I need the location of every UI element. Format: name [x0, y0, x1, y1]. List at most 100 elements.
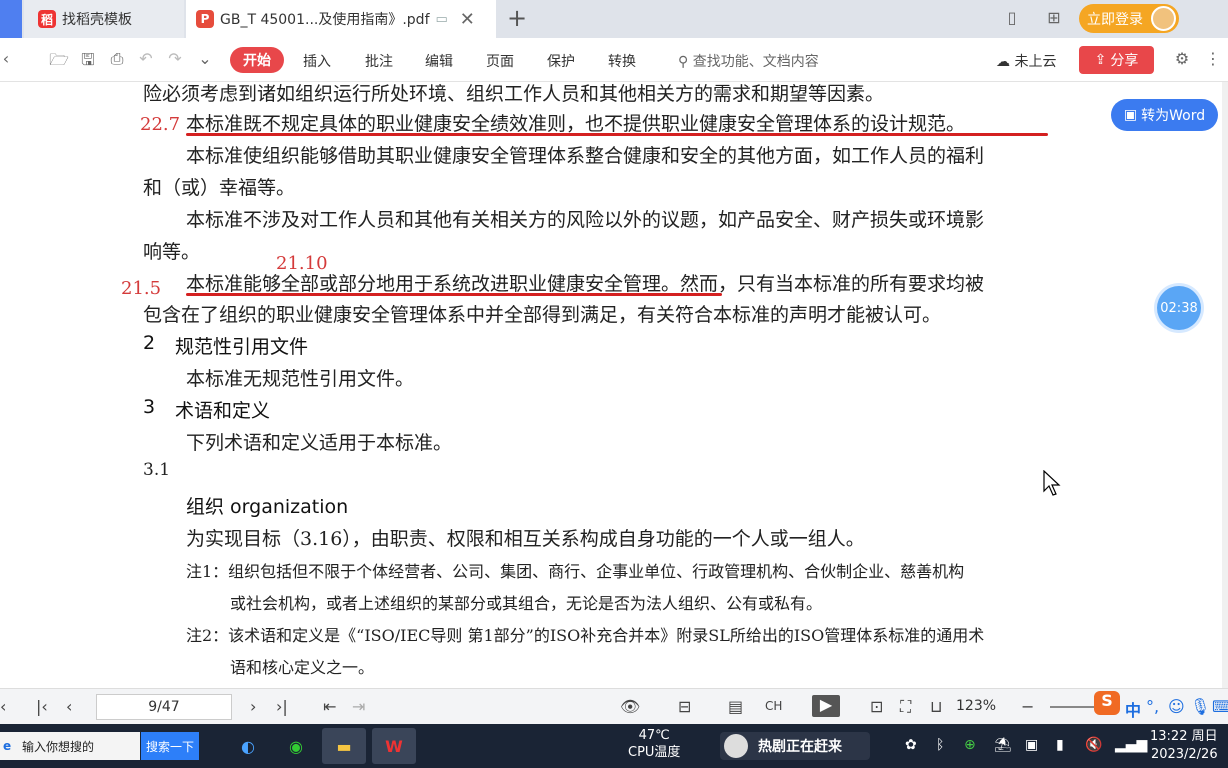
doc-layout-icon[interactable]: ▤	[728, 697, 743, 716]
microphone-icon[interactable]: 🎙	[1190, 697, 1210, 716]
display-icon[interactable]: ▣	[1025, 737, 1038, 753]
menu-edge-icon[interactable]: ‹	[0, 49, 12, 71]
tab-insert[interactable]: 插入	[303, 51, 331, 71]
doc-line: 和（或）幸福等。	[143, 177, 296, 199]
home-tab[interactable]	[0, 0, 22, 38]
close-icon[interactable]: ✕	[460, 9, 475, 30]
zoom-out-icon[interactable]: −	[1021, 697, 1034, 716]
eye-icon[interactable]: 👁	[620, 697, 640, 716]
input-lang[interactable]: CH	[765, 699, 782, 713]
bluetooth-icon[interactable]: ᛒ	[936, 737, 944, 753]
network-monitor-icon[interactable]: ⛱	[994, 737, 1012, 753]
cpu-temp-value: 47℃	[638, 728, 670, 743]
fit-width-icon[interactable]: ⊔	[930, 697, 942, 716]
gear-icon[interactable]: ⚙	[1171, 49, 1193, 71]
forward-icon[interactable]: ⇥	[352, 697, 365, 716]
folder-open-icon[interactable]: 🗁	[48, 49, 70, 71]
status-bar: ‹ |‹ ‹ 9/47 › ›| ⇤ ⇥ 👁 ⊟ ▤ CH ▶ ⊡ ⛶ ⊔ 12…	[0, 688, 1228, 724]
emoji-icon[interactable]: ☺	[1168, 697, 1185, 716]
section-number: 3	[143, 396, 156, 418]
doc-line: 下列术语和定义适用于本标准。	[186, 432, 453, 454]
doc-line: 本标准不涉及对工作人员和其他有关相关方的风险以外的议题，如产品安全、财产损失或环…	[186, 209, 985, 231]
taskbar-search-button[interactable]: 搜索一下	[141, 732, 199, 760]
battery-icon[interactable]: ▮	[1056, 737, 1064, 753]
convert-to-word-button[interactable]: ▣ 转为Word	[1111, 99, 1218, 131]
tab-label: GB_T 45001...及使用指南》.pdf	[220, 12, 430, 28]
tab-annotate[interactable]: 批注	[365, 51, 393, 71]
chevron-down-icon[interactable]: ⌄	[194, 49, 216, 71]
play-icon[interactable]: ▶	[812, 695, 840, 717]
prev-page-icon[interactable]: ‹	[66, 697, 72, 716]
news-widget[interactable]: 热剧正在赶来	[720, 732, 870, 760]
doc-line: 为实现目标（3.16），由职责、权限和相互关系构成自身功能的一个人或一组人。	[186, 528, 865, 550]
red-underline-annotation[interactable]	[186, 133, 1048, 136]
taskbar-search-input[interactable]: e 输入你想搜的	[0, 732, 140, 760]
tab-edit[interactable]: 编辑	[425, 51, 453, 71]
fit-page-icon[interactable]: ⛶	[900, 697, 911, 717]
signal-icon[interactable]: ▂▄▆	[1115, 737, 1147, 753]
clock-time: 13:22 周日	[1150, 729, 1218, 744]
annotation-mark[interactable]: 22.7	[140, 114, 180, 135]
sogou-ime-icon[interactable]: S	[1094, 691, 1120, 715]
word-icon: ▣	[1123, 107, 1138, 123]
next-page-icon[interactable]: ›	[250, 697, 256, 716]
nav-edge-icon[interactable]: ‹	[0, 697, 6, 716]
print-icon[interactable]: ⎙	[106, 49, 128, 71]
tab-protect[interactable]: 保护	[547, 51, 575, 71]
page-number-input[interactable]: 9/47	[96, 694, 232, 720]
tab-convert[interactable]: 转换	[608, 51, 636, 71]
share-button[interactable]: ⇪ 分享	[1079, 46, 1154, 74]
ime-mode[interactable]: 中	[1125, 697, 1141, 721]
doc-line: 本标准既不规定具体的职业健康安全绩效准则，也不提供职业健康安全管理体系的设计规范…	[186, 113, 966, 135]
add-circle-icon[interactable]: ⊕	[964, 737, 976, 753]
single-page-icon[interactable]: ⊟	[678, 697, 691, 716]
red-underline-annotation[interactable]	[186, 293, 722, 296]
tab-page[interactable]: 页面	[486, 51, 514, 71]
back-icon[interactable]: ⇤	[323, 697, 336, 716]
scrollbar[interactable]	[1222, 82, 1228, 688]
actual-size-icon[interactable]: ⊡	[870, 697, 883, 716]
wps-office-icon[interactable]: W	[372, 728, 416, 764]
login-button[interactable]: 立即登录	[1079, 4, 1179, 33]
flower-icon[interactable]: ✿	[905, 737, 917, 753]
timer-badge[interactable]: 02:38	[1157, 286, 1201, 330]
plus-icon[interactable]: +	[507, 4, 527, 32]
keyboard-icon[interactable]: ⌨	[1212, 697, 1228, 716]
zoom-level[interactable]: 123%	[956, 698, 996, 714]
system-clock[interactable]: 13:22 周日 2023/2/26	[1150, 728, 1218, 764]
taskbar-search-placeholder: 输入你想搜的	[22, 739, 95, 754]
speaker-muted-icon[interactable]: 🔇	[1085, 737, 1102, 753]
grid-icon[interactable]: ⊞	[1042, 8, 1066, 30]
first-page-icon[interactable]: |‹	[36, 697, 48, 716]
convert-label: 转为Word	[1141, 108, 1206, 124]
cpu-temperature[interactable]: 47℃ CPU温度	[628, 727, 680, 761]
news-avatar-icon	[724, 734, 748, 758]
term-title: 组织 organization	[186, 496, 349, 518]
tab-template[interactable]: 稻 找稻壳模板	[24, 0, 184, 38]
term-number: 3.1	[143, 460, 171, 480]
window-layout-icon[interactable]: ▯	[1000, 8, 1024, 30]
more-icon[interactable]: ⋮	[1202, 49, 1224, 71]
screen-icon[interactable]: ▭	[436, 12, 448, 27]
save-icon[interactable]: 🖫	[77, 49, 99, 71]
avatar	[1151, 6, 1176, 31]
search-placeholder: 查找功能、文档内容	[692, 54, 819, 70]
redo-icon[interactable]: ↷	[164, 49, 186, 71]
cpu-temp-label: CPU温度	[628, 745, 681, 760]
tab-start[interactable]: 开始	[230, 47, 284, 73]
last-page-icon[interactable]: ›|	[276, 697, 288, 716]
punctuation-icon[interactable]: °,	[1146, 697, 1159, 716]
ie-icon: e	[3, 739, 12, 753]
tab-pdf-document[interactable]: P GB_T 45001...及使用指南》.pdf ▭ ✕	[186, 0, 496, 38]
edge-browser-icon[interactable]: ◐	[226, 728, 270, 764]
document-view[interactable]: 险必须考虑到诸如组织运行所处环境、组织工作人员和其他相关方的需求和期望等因素。 …	[0, 82, 1228, 688]
login-label: 立即登录	[1087, 11, 1143, 28]
search-input[interactable]: ⚲ 查找功能、文档内容	[678, 51, 819, 71]
tab-label: 找稻壳模板	[62, 12, 132, 28]
file-explorer-icon[interactable]: ▬	[322, 728, 366, 764]
undo-icon[interactable]: ↶	[135, 49, 157, 71]
cloud-status[interactable]: ☁ 未上云	[996, 51, 1056, 71]
annotation-mark[interactable]: 21.5	[121, 278, 161, 299]
browser-360-icon[interactable]: ◉	[274, 728, 318, 764]
app-window: 稻 找稻壳模板 P GB_T 45001...及使用指南》.pdf ▭ ✕ + …	[0, 0, 1228, 768]
